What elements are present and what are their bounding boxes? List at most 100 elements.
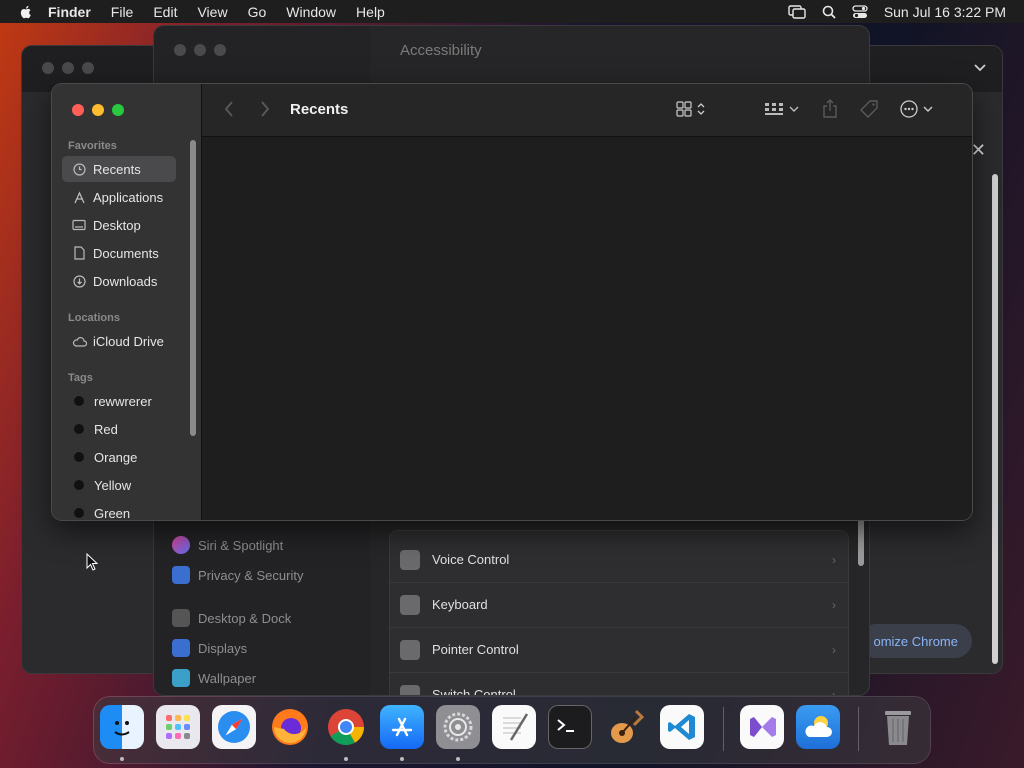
chevron-left-icon xyxy=(224,101,233,117)
customize-chrome-label: omize Chrome xyxy=(873,633,958,649)
settings-item-desktop-dock[interactable]: Desktop & Dock xyxy=(172,607,291,629)
chevron-right-icon: › xyxy=(832,687,836,696)
menu-file[interactable]: File xyxy=(111,4,134,20)
sidebar-item-tag-orange[interactable]: Orange xyxy=(62,444,176,470)
applications-icon xyxy=(71,189,87,205)
sidebar-item-label: Desktop xyxy=(93,217,141,233)
file-content-area[interactable] xyxy=(202,137,972,520)
settings-item-displays[interactable]: Displays xyxy=(172,637,247,659)
dock-finder-icon[interactable] xyxy=(100,705,144,749)
menu-window[interactable]: Window xyxy=(286,4,336,20)
dock-weather-icon[interactable] xyxy=(796,705,840,749)
chrome-close-button[interactable] xyxy=(42,62,54,74)
tag-icon xyxy=(860,100,878,118)
dock-chrome-icon[interactable] xyxy=(324,705,368,749)
row-switch-control[interactable]: Switch Control › xyxy=(390,672,848,695)
sidebar-item-documents[interactable]: Documents xyxy=(62,240,176,266)
forward-button[interactable] xyxy=(260,101,270,117)
sidebar-item-downloads[interactable]: Downloads xyxy=(62,268,176,294)
running-indicator xyxy=(120,757,124,761)
zoom-button[interactable] xyxy=(112,104,124,116)
icon-view-grid-icon xyxy=(676,101,692,117)
download-icon xyxy=(71,273,87,289)
dock-separator xyxy=(723,707,724,751)
spotlight-search-icon[interactable] xyxy=(822,5,836,19)
group-by-button[interactable] xyxy=(764,102,799,116)
accessibility-panel: Voice Control › Keyboard › Pointer Contr… xyxy=(390,531,848,695)
sidebar-item-desktop[interactable]: Desktop xyxy=(62,212,176,238)
settings-scrollbar[interactable] xyxy=(858,516,864,566)
settings-close-button[interactable] xyxy=(174,44,186,56)
settings-zoom-button[interactable] xyxy=(214,44,226,56)
sidebar-item-tag-red[interactable]: Red xyxy=(62,416,176,442)
sidebar-item-label: rewwrerer xyxy=(94,393,152,409)
voice-control-icon xyxy=(400,549,420,570)
dock-trash-icon[interactable] xyxy=(876,705,920,749)
chrome-close-icon[interactable]: ✕ xyxy=(971,140,986,161)
control-center-icon[interactable] xyxy=(852,4,868,19)
screen-mirroring-icon[interactable] xyxy=(788,4,806,19)
menu-clock[interactable]: Sun Jul 16 3:22 PM xyxy=(884,4,1006,20)
dock-firefox-icon[interactable] xyxy=(268,705,312,749)
share-icon xyxy=(823,99,837,118)
settings-item-siri-spotlight[interactable]: Siri & Spotlight xyxy=(172,534,283,556)
menu-help[interactable]: Help xyxy=(356,4,385,20)
row-label: Switch Control xyxy=(432,687,516,695)
row-keyboard[interactable]: Keyboard › xyxy=(390,582,848,628)
menu-view[interactable]: View xyxy=(197,4,227,20)
apple-menu-icon[interactable] xyxy=(18,4,34,20)
customize-chrome-button[interactable]: omize Chrome xyxy=(859,624,972,658)
dock-launchpad-icon[interactable] xyxy=(156,705,200,749)
sidebar-item-recents[interactable]: Recents xyxy=(62,156,176,182)
dock-app-store-icon[interactable] xyxy=(380,705,424,749)
back-button[interactable] xyxy=(224,101,234,117)
row-pointer-control[interactable]: Pointer Control › xyxy=(390,627,848,673)
dock-vscode-icon[interactable] xyxy=(660,705,704,749)
sidebar-item-tag-green[interactable]: Green xyxy=(62,500,176,520)
cloud-icon xyxy=(71,333,87,349)
chevron-down-icon xyxy=(789,106,799,112)
action-menu-button[interactable] xyxy=(900,100,933,118)
settings-item-label: Desktop & Dock xyxy=(198,610,292,626)
dock-visual-studio-icon[interactable] xyxy=(740,705,784,749)
chrome-minimize-button[interactable] xyxy=(62,62,74,74)
chrome-scrollbar[interactable] xyxy=(992,174,998,664)
sidebar-scrollbar[interactable] xyxy=(190,140,196,436)
minimize-button[interactable] xyxy=(92,104,104,116)
dock-terminal-icon[interactable] xyxy=(548,705,592,749)
view-mode-button[interactable] xyxy=(676,101,705,117)
sidebar-item-label: Recents xyxy=(93,161,141,177)
dock xyxy=(94,697,930,763)
sidebar-item-icloud-drive[interactable]: iCloud Drive xyxy=(62,328,176,354)
sidebar-item-label: Applications xyxy=(93,189,164,205)
close-button[interactable] xyxy=(72,104,84,116)
hand-icon xyxy=(172,566,190,584)
document-icon xyxy=(71,245,87,261)
dock-system-settings-icon[interactable] xyxy=(436,705,480,749)
tags-button[interactable] xyxy=(860,100,878,118)
running-indicator xyxy=(344,757,348,761)
sidebar-item-label: Orange xyxy=(94,449,138,465)
row-voice-control[interactable]: Voice Control › xyxy=(390,537,848,583)
menu-finder[interactable]: Finder xyxy=(48,4,91,20)
settings-item-privacy-security[interactable]: Privacy & Security xyxy=(172,564,303,586)
chrome-zoom-button[interactable] xyxy=(82,62,94,74)
chevron-right-icon: › xyxy=(832,597,836,612)
tag-dot-icon xyxy=(74,424,84,434)
dock-safari-icon[interactable] xyxy=(212,705,256,749)
sidebar-item-applications[interactable]: Applications xyxy=(62,184,176,210)
dock-textedit-icon[interactable] xyxy=(492,705,536,749)
sidebar-item-label: iCloud Drive xyxy=(93,333,164,349)
menu-edit[interactable]: Edit xyxy=(153,4,177,20)
menu-go[interactable]: Go xyxy=(248,4,267,20)
sidebar-item-tag-yellow[interactable]: Yellow xyxy=(62,472,176,498)
dock-garageband-icon[interactable] xyxy=(604,705,648,749)
clock-icon xyxy=(71,161,87,177)
chrome-tab-search-chevron-icon[interactable] xyxy=(974,64,986,72)
settings-minimize-button[interactable] xyxy=(194,44,206,56)
chevron-right-icon: › xyxy=(832,552,836,567)
settings-item-wallpaper[interactable]: Wallpaper xyxy=(172,667,256,689)
sidebar-item-tag-rewwrerer[interactable]: rewwrerer xyxy=(62,388,176,414)
pointer-icon xyxy=(400,639,420,660)
share-button[interactable] xyxy=(822,99,838,118)
